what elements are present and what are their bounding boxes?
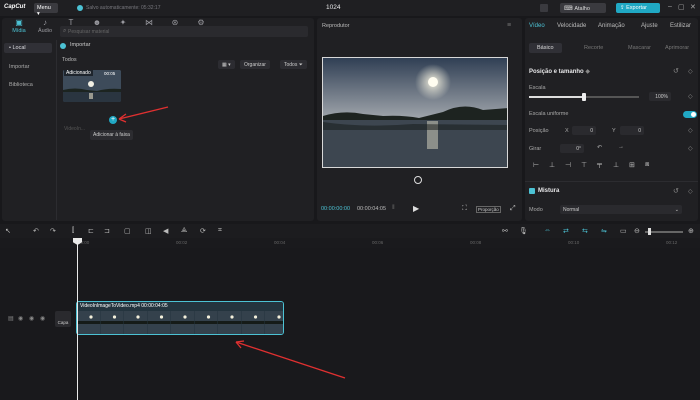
capcut-window: CapCut Menu ▾ Salvo automaticamente: 05:… xyxy=(0,0,700,400)
annotation-overlay xyxy=(118,106,346,379)
annotation-arrow-media xyxy=(118,106,169,123)
annotation-arrow-timeline xyxy=(235,340,346,379)
